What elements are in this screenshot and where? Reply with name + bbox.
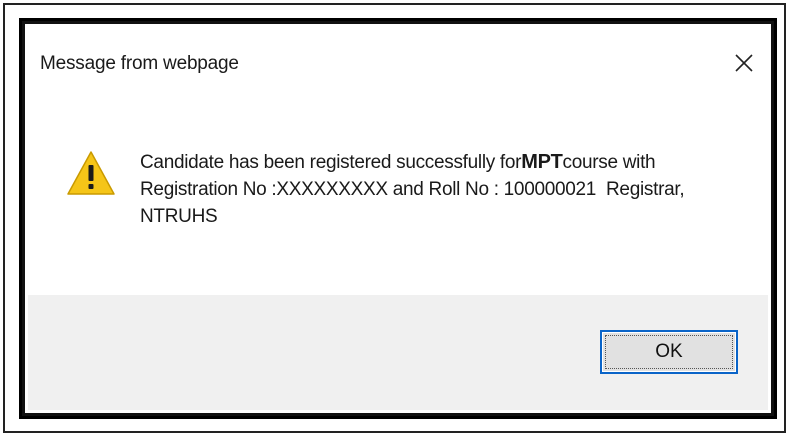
ok-button-label: OK bbox=[655, 341, 683, 362]
dialog-body: Candidate has been registered successful… bbox=[28, 97, 768, 295]
message-line-2: Registration No :XXXXXXXXX and Roll No :… bbox=[140, 179, 685, 200]
message-line-1-prefix: Candidate has been registered successful… bbox=[140, 152, 522, 173]
dialog-titlebar: Message from webpage bbox=[28, 27, 768, 97]
ok-button[interactable]: OK bbox=[600, 330, 738, 374]
dialog-footer: OK bbox=[28, 295, 768, 410]
message-line-1-suffix: course with bbox=[562, 152, 656, 173]
dialog-message: Candidate has been registered successful… bbox=[140, 149, 740, 230]
message-dialog: Message from webpage Candidate has been … bbox=[19, 18, 777, 419]
course-name: MPT bbox=[521, 151, 563, 173]
dialog-title: Message from webpage bbox=[40, 53, 239, 74]
screenshot-frame: Message from webpage Candidate has been … bbox=[3, 3, 786, 433]
close-icon bbox=[735, 54, 753, 72]
message-line-3: NTRUHS bbox=[140, 206, 218, 227]
warning-icon bbox=[67, 151, 115, 195]
close-button[interactable] bbox=[724, 45, 764, 81]
message-line-1: Candidate has been registered successful… bbox=[140, 149, 740, 176]
dialog-content: Message from webpage Candidate has been … bbox=[28, 27, 768, 410]
